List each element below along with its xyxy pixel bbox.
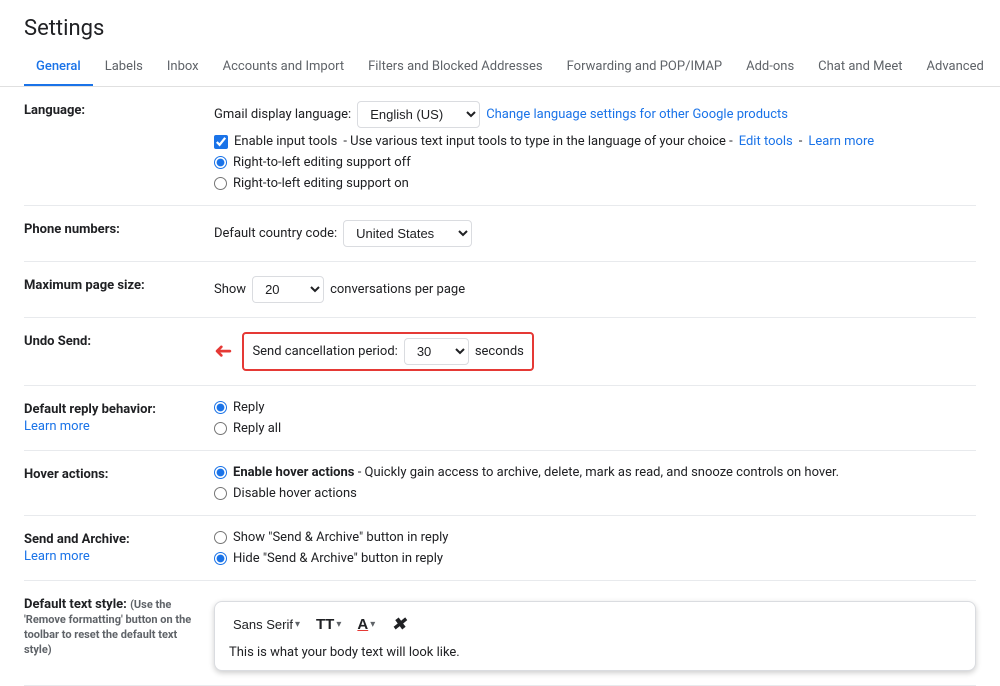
tab-offline[interactable]: Offline xyxy=(996,49,1000,87)
cancellation-suffix: seconds xyxy=(475,344,524,359)
default-text-style-control: Sans Serif ▾ TT ▾ A ▾ ✖ This is wh xyxy=(214,595,976,671)
phone-numbers-row: Phone numbers: Default country code: Uni… xyxy=(24,206,976,262)
reply-option[interactable]: Reply xyxy=(214,400,265,415)
reply-label: Reply xyxy=(233,400,265,415)
enable-input-tools-checkbox[interactable] xyxy=(214,135,228,149)
hide-send-archive-radio[interactable] xyxy=(214,552,227,565)
language-link[interactable]: Change language settings for other Googl… xyxy=(486,107,788,122)
hover-actions-label: Hover actions: xyxy=(24,465,214,482)
font-family-label: Sans Serif xyxy=(233,617,293,632)
reply-all-option[interactable]: Reply all xyxy=(214,421,281,436)
font-size-chevron-icon: ▾ xyxy=(336,619,341,630)
page-title: Settings xyxy=(0,0,1000,41)
hide-send-archive-label: Hide "Send & Archive" button in reply xyxy=(233,551,443,566)
hide-send-archive-option[interactable]: Hide "Send & Archive" button in reply xyxy=(214,551,443,566)
send-archive-row: Send and Archive: Learn more Show "Send … xyxy=(24,516,976,581)
text-style-preview: This is what your body text will look li… xyxy=(229,645,961,660)
max-page-size-control: Show 20 25 50 100 conversations per page xyxy=(214,276,976,303)
font-family-chevron-icon: ▾ xyxy=(295,619,300,630)
enable-hover-desc: - Quickly gain access to archive, delete… xyxy=(358,465,839,480)
reply-radio[interactable] xyxy=(214,401,227,414)
rtl-on-option[interactable]: Right-to-left editing support on xyxy=(214,176,409,191)
tab-filters[interactable]: Filters and Blocked Addresses xyxy=(356,49,555,87)
enable-hover-label: Enable hover actions - Quickly gain acce… xyxy=(233,465,839,480)
phone-numbers-label: Phone numbers: xyxy=(24,220,214,237)
dash-separator: - xyxy=(799,134,803,149)
tab-general[interactable]: General xyxy=(24,49,93,87)
default-text-style-row: Default text style: (Use the 'Remove for… xyxy=(24,581,976,686)
undo-send-box: Send cancellation period: 5 10 20 30 sec… xyxy=(242,332,533,371)
undo-send-control: ➜ Send cancellation period: 5 10 20 30 s… xyxy=(214,332,976,371)
default-reply-row: Default reply behavior: Learn more Reply… xyxy=(24,386,976,451)
enable-input-tools-label: Enable input tools xyxy=(234,134,337,149)
default-text-style-label: Default text style: (Use the 'Remove for… xyxy=(24,595,214,657)
language-control: Gmail display language: English (US) Cha… xyxy=(214,101,976,191)
default-reply-control: Reply Reply all xyxy=(214,400,976,436)
enable-hover-option[interactable]: Enable hover actions - Quickly gain acce… xyxy=(214,465,839,480)
default-reply-learn-more[interactable]: Learn more xyxy=(24,419,202,434)
tab-labels[interactable]: Labels xyxy=(93,49,155,87)
learn-more-link[interactable]: Learn more xyxy=(808,134,874,149)
red-arrow-icon: ➜ xyxy=(214,339,232,364)
phone-numbers-control: Default country code: United States xyxy=(214,220,976,247)
language-prefix: Gmail display language: xyxy=(214,107,351,122)
max-page-size-row: Maximum page size: Show 20 25 50 100 con… xyxy=(24,262,976,318)
tab-advanced[interactable]: Advanced xyxy=(915,49,996,87)
rtl-off-radio[interactable] xyxy=(214,156,227,169)
country-code-select[interactable]: United States xyxy=(343,220,472,247)
font-color-button[interactable]: A ▾ xyxy=(353,614,379,635)
text-style-popup: Sans Serif ▾ TT ▾ A ▾ ✖ This is wh xyxy=(214,601,976,671)
settings-content: Language: Gmail display language: Englis… xyxy=(0,87,1000,686)
send-archive-learn-more[interactable]: Learn more xyxy=(24,549,202,564)
undo-send-row: Undo Send: ➜ Send cancellation period: 5… xyxy=(24,318,976,386)
hover-actions-control: Enable hover actions - Quickly gain acce… xyxy=(214,465,976,501)
clear-format-icon: ✖ xyxy=(391,614,406,635)
enable-input-tools-desc: - Use various text input tools to type i… xyxy=(343,134,732,149)
font-color-icon: A xyxy=(357,616,368,633)
rtl-off-label: Right-to-left editing support off xyxy=(233,155,411,170)
page-size-prefix: Show xyxy=(214,282,246,297)
default-reply-label: Default reply behavior: Learn more xyxy=(24,400,214,434)
disable-hover-option[interactable]: Disable hover actions xyxy=(214,486,357,501)
show-send-archive-radio[interactable] xyxy=(214,531,227,544)
show-send-archive-option[interactable]: Show "Send & Archive" button in reply xyxy=(214,530,448,545)
text-style-toolbar: Sans Serif ▾ TT ▾ A ▾ ✖ xyxy=(229,612,961,637)
tab-inbox[interactable]: Inbox xyxy=(155,49,211,87)
hover-actions-row: Hover actions: Enable hover actions - Qu… xyxy=(24,451,976,516)
rtl-on-radio[interactable] xyxy=(214,177,227,190)
tab-forwarding[interactable]: Forwarding and POP/IMAP xyxy=(555,49,735,87)
font-color-chevron-icon: ▾ xyxy=(370,619,375,630)
send-archive-label: Send and Archive: Learn more xyxy=(24,530,214,564)
show-send-archive-label: Show "Send & Archive" button in reply xyxy=(233,530,448,545)
font-size-button[interactable]: TT ▾ xyxy=(312,614,345,635)
cancellation-period-select[interactable]: 5 10 20 30 xyxy=(404,338,469,365)
rtl-on-label: Right-to-left editing support on xyxy=(233,176,409,191)
disable-hover-label: Disable hover actions xyxy=(233,486,357,501)
disable-hover-radio[interactable] xyxy=(214,487,227,500)
language-label: Language: xyxy=(24,101,214,118)
font-family-button[interactable]: Sans Serif ▾ xyxy=(229,615,304,634)
page-size-select[interactable]: 20 25 50 100 xyxy=(252,276,324,303)
edit-tools-link[interactable]: Edit tools xyxy=(739,134,793,149)
tab-accounts-import[interactable]: Accounts and Import xyxy=(211,49,356,87)
reply-all-label: Reply all xyxy=(233,421,281,436)
language-row: Language: Gmail display language: Englis… xyxy=(24,87,976,206)
rtl-off-option[interactable]: Right-to-left editing support off xyxy=(214,155,411,170)
enable-hover-radio[interactable] xyxy=(214,466,227,479)
max-page-size-label: Maximum page size: xyxy=(24,276,214,293)
clear-format-button[interactable]: ✖ xyxy=(387,612,410,637)
language-select[interactable]: English (US) xyxy=(357,101,480,128)
font-size-icon: TT xyxy=(316,616,334,633)
tabs-bar: General Labels Inbox Accounts and Import… xyxy=(0,49,1000,87)
send-archive-control: Show "Send & Archive" button in reply Hi… xyxy=(214,530,976,566)
tab-chat-meet[interactable]: Chat and Meet xyxy=(806,49,914,87)
cancellation-prefix: Send cancellation period: xyxy=(252,344,397,359)
reply-all-radio[interactable] xyxy=(214,422,227,435)
phone-prefix: Default country code: xyxy=(214,226,337,241)
tab-addons[interactable]: Add-ons xyxy=(734,49,806,87)
undo-send-label: Undo Send: xyxy=(24,332,214,349)
page-size-suffix: conversations per page xyxy=(330,282,465,297)
